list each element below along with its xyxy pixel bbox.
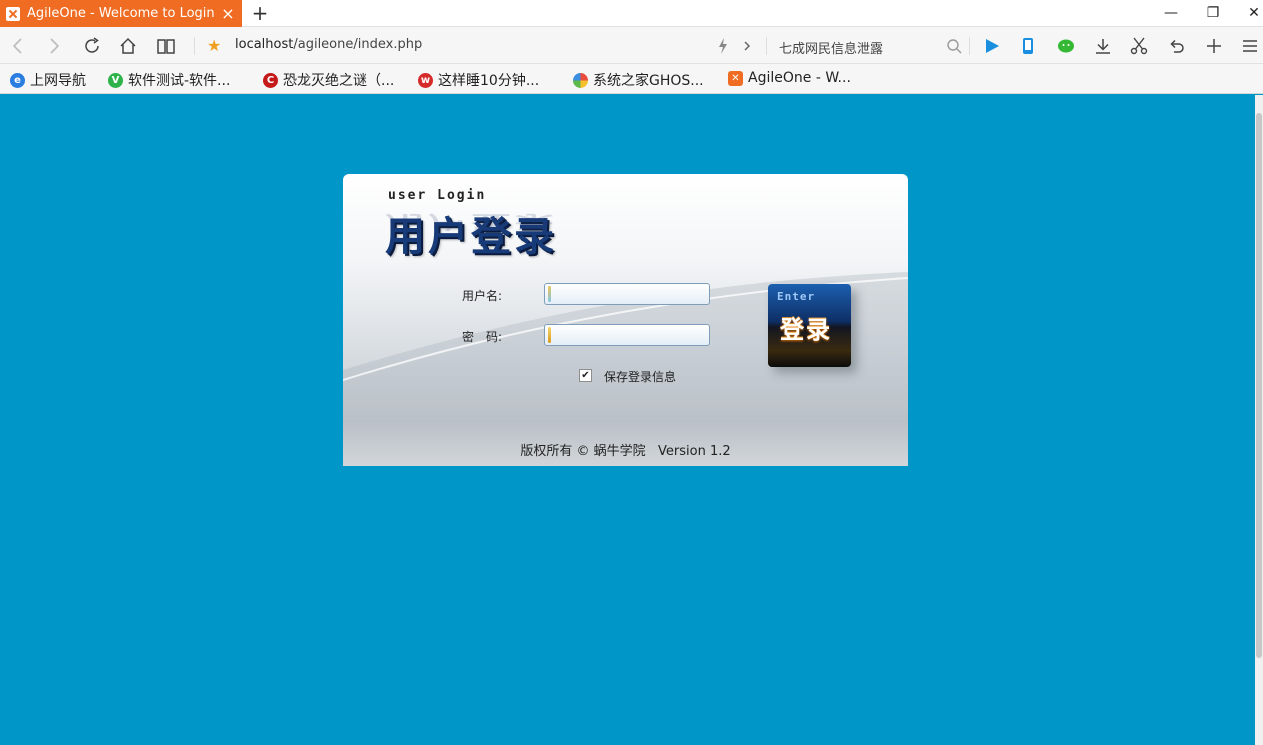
enter-label-en: Enter <box>777 290 816 303</box>
toolbar-separator <box>766 37 767 55</box>
hamburger-menu-icon <box>1243 40 1257 52</box>
username-label: 用户名: <box>462 289 503 303</box>
bookmark-item[interactable]: C 恐龙灭绝之谜（... <box>263 70 394 90</box>
bookmarks-bar: e 上网导航 V 软件测试-软件... C 恐龙灭绝之谜（... w 这样睡10… <box>0 64 1263 94</box>
window-close-button[interactable]: ✕ <box>1242 2 1263 24</box>
new-tab-button[interactable]: + <box>250 2 270 24</box>
book-icon <box>157 39 175 54</box>
phone-icon <box>1023 38 1033 54</box>
chevron-right-icon <box>744 41 751 51</box>
url-field[interactable]: localhost/agileone/index.php <box>235 37 422 52</box>
wechat-icon <box>1058 39 1074 53</box>
plus-icon <box>1207 39 1221 53</box>
undo-icon <box>1170 39 1184 53</box>
login-header-reflection: 用户登录 <box>385 210 557 232</box>
bookmark-item[interactable]: w 这样睡10分钟... <box>418 70 539 90</box>
agileone-favicon-icon <box>6 6 20 21</box>
speed-mode-button[interactable] <box>711 34 735 58</box>
username-field[interactable] <box>544 283 710 305</box>
screenshot-button[interactable] <box>1127 34 1151 58</box>
bookmark-label: 恐龙灭绝之谜（... <box>283 73 395 89</box>
back-button[interactable] <box>6 34 30 58</box>
video-button[interactable] <box>980 34 1004 58</box>
reload-button[interactable] <box>80 34 104 58</box>
v-icon: V <box>108 72 123 88</box>
password-input[interactable] <box>554 326 709 344</box>
scissors-icon <box>1130 37 1148 55</box>
pinwheel-icon <box>573 72 588 88</box>
bookmark-label: 系统之家GHOS... <box>593 73 704 89</box>
c-icon: C <box>263 72 278 88</box>
toolbar-separator <box>969 37 970 55</box>
url-expand-button[interactable] <box>735 34 759 58</box>
download-button[interactable] <box>1091 34 1115 58</box>
weibo-icon: w <box>418 72 433 88</box>
password-label: 密 码: <box>462 330 503 344</box>
home-button[interactable] <box>116 34 140 58</box>
bookmark-label: 软件测试-软件... <box>128 73 231 89</box>
enter-label-zh: 登录 <box>780 316 832 344</box>
address-toolbar: ★ localhost/agileone/index.php 七成网民信息泄露 <box>0 27 1263 64</box>
bookmark-item[interactable]: V 软件测试-软件... <box>108 70 230 90</box>
remember-checkbox[interactable]: ✔ <box>579 369 592 382</box>
bookmark-item[interactable]: e 上网导航 <box>10 70 86 90</box>
download-icon <box>1096 39 1110 54</box>
bookmark-item[interactable]: 系统之家GHOS... <box>573 70 704 90</box>
menu-button[interactable] <box>1238 34 1262 58</box>
bookmark-label: 这样睡10分钟... <box>438 73 540 89</box>
login-enter-button[interactable]: Enter 登录 <box>768 284 851 367</box>
url-host: localhost <box>235 37 294 52</box>
tab-title: AgileOne - Welcome to Login <box>27 6 215 21</box>
back-arrow-icon <box>12 38 22 54</box>
toolbar-separator <box>194 37 195 55</box>
vertical-scrollbar[interactable] <box>1255 95 1263 745</box>
forward-button[interactable] <box>42 34 66 58</box>
play-icon <box>986 39 999 53</box>
user-icon <box>548 286 551 302</box>
scrollbar-thumb[interactable] <box>1256 113 1262 658</box>
search-input[interactable]: 七成网民信息泄露 <box>779 38 883 57</box>
bookmark-label: 上网导航 <box>30 73 86 89</box>
search-button[interactable] <box>942 34 966 58</box>
login-panel: user Login 用户登录 用户登录 用户名: 密 码: ✔ 保存登录信息 … <box>343 174 908 466</box>
bookmark-item[interactable]: ✕ AgileOne - W... <box>728 70 851 86</box>
tab-bar: AgileOne - Welcome to Login × + — ❐ ✕ <box>0 0 1263 27</box>
url-path: /agileone/index.php <box>293 37 423 52</box>
bookmark-star-icon[interactable]: ★ <box>207 36 221 55</box>
login-header-en: user Login <box>388 188 487 203</box>
bookmark-label: AgileOne - W... <box>748 70 851 86</box>
remember-label: 保存登录信息 <box>604 370 677 384</box>
wechat-button[interactable] <box>1054 34 1078 58</box>
undo-close-button[interactable] <box>1165 34 1189 58</box>
e-icon: e <box>10 72 25 88</box>
lightning-icon <box>719 38 727 54</box>
reload-icon <box>85 37 99 53</box>
search-icon <box>947 39 962 54</box>
add-button[interactable] <box>1202 34 1226 58</box>
mobile-button[interactable] <box>1016 34 1040 58</box>
copyright-footer: 版权所有 © 蜗牛学院 Version 1.2 <box>520 444 731 459</box>
tab-active[interactable]: AgileOne - Welcome to Login × <box>0 0 242 27</box>
home-icon <box>120 37 136 54</box>
username-input[interactable] <box>554 285 709 303</box>
restore-button[interactable]: ❐ <box>1201 2 1225 24</box>
lock-icon <box>548 327 551 343</box>
minimize-button[interactable]: — <box>1159 2 1183 24</box>
agileone-icon: ✕ <box>728 70 743 86</box>
tab-close-button[interactable]: × <box>219 4 237 23</box>
password-field[interactable] <box>544 324 710 346</box>
reading-mode-button[interactable] <box>154 34 178 58</box>
forward-arrow-icon <box>50 38 60 54</box>
